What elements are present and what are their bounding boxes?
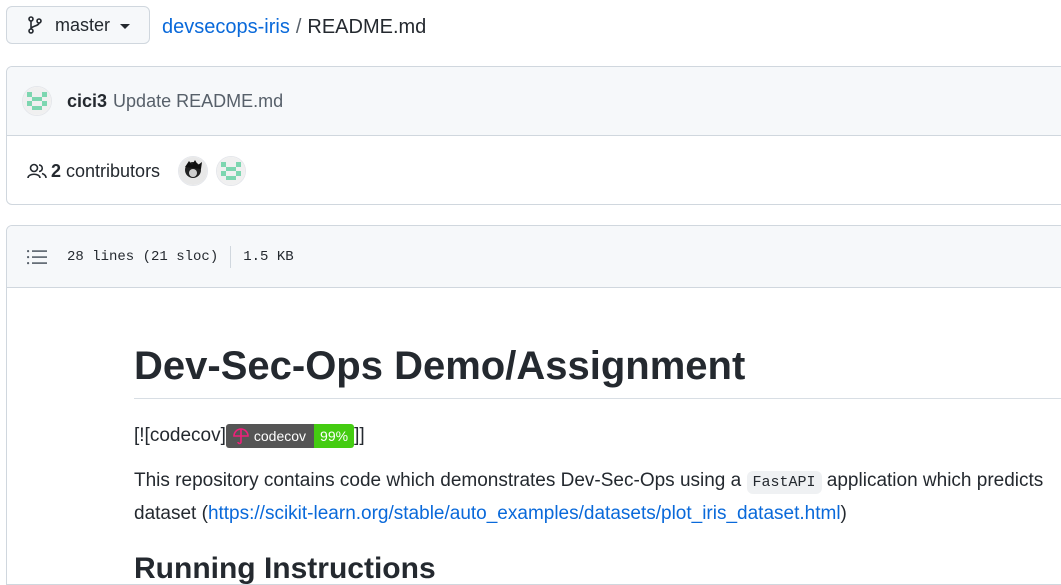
divider (230, 245, 232, 268)
umbrella-icon (233, 428, 249, 445)
file-header: 28 lines (21 sloc) 1.5 KB (7, 226, 1061, 288)
commit-box: cici3 Update README.md 2 contributors (6, 66, 1061, 205)
avatar-photo-icon (179, 157, 208, 185)
file-line-count: 28 lines (21 sloc) (67, 248, 219, 265)
readme-content: Dev-Sec-Ops Demo/Assignment [![codecov] … (134, 286, 1061, 585)
badge-name: codecov (253, 428, 307, 444)
contributor-avatar[interactable] (178, 156, 209, 186)
identicon-icon (217, 157, 246, 185)
readme-title: Dev-Sec-Ops Demo/Assignment (134, 286, 1061, 399)
latest-commit-row: cici3 Update README.md (7, 67, 1061, 136)
intro-text-cont: application which predicts (821, 470, 1044, 491)
file-size: 1.5 KB (243, 248, 294, 265)
badge-suffix-text: ]] (354, 425, 365, 446)
intro-line2-end: ) (840, 503, 847, 524)
badge-prefix-text: [![codecov] (134, 425, 226, 446)
contributor-avatar[interactable] (216, 156, 247, 186)
readme-intro: This repository contains code which demo… (134, 465, 1061, 529)
git-branch-icon (28, 16, 42, 34)
commit-message[interactable]: Update README.md (113, 91, 283, 112)
list-unordered-icon[interactable] (27, 248, 47, 266)
chevron-down-icon (120, 23, 131, 29)
codecov-badge[interactable]: codecov 99% (225, 424, 355, 448)
file-name: README.md (307, 16, 427, 38)
contributors-row[interactable]: 2 contributors (7, 136, 1061, 204)
badge-left: codecov (225, 424, 315, 448)
inline-code: FastAPI (746, 471, 822, 494)
breadcrumb-separator: / (295, 16, 302, 38)
badge-line: [![codecov] codecov 99% ]] (134, 423, 1061, 449)
intro-line2: dataset ( (134, 503, 208, 524)
avatar[interactable] (22, 86, 52, 116)
people-icon (27, 163, 47, 179)
breadcrumb: devsecops-iris / README.md (162, 14, 426, 40)
contributors-count: 2 (51, 160, 62, 181)
branch-name: master (55, 14, 111, 35)
repo-link[interactable]: devsecops-iris (162, 16, 290, 38)
contributors-label: contributors (66, 160, 161, 181)
commit-author[interactable]: cici3 (67, 91, 107, 112)
badge-value: 99% (314, 424, 355, 448)
section-heading: Running Instructions (134, 552, 436, 585)
iris-dataset-link[interactable]: https://scikit-learn.org/stable/auto_exa… (208, 503, 841, 524)
intro-text: This repository contains code which demo… (134, 470, 747, 491)
branch-select-button[interactable]: master (6, 6, 150, 44)
identicon-icon (23, 87, 51, 115)
file-viewer: 28 lines (21 sloc) 1.5 KB Dev-Sec-Ops De… (6, 225, 1061, 585)
